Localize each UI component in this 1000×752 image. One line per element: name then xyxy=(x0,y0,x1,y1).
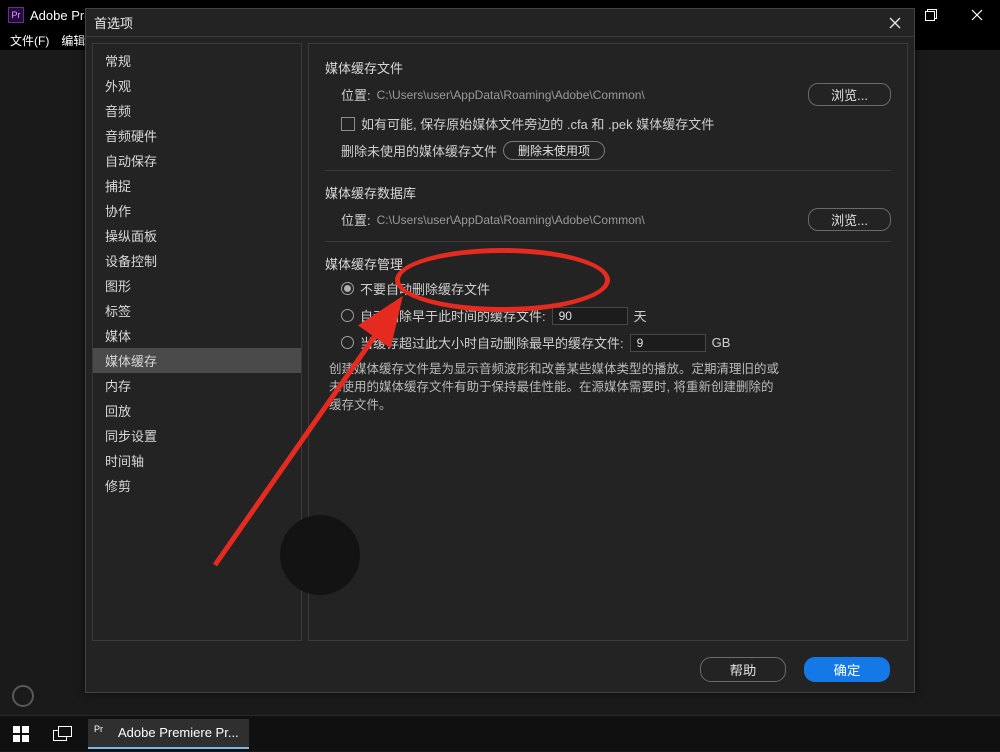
sidebar-item[interactable]: 媒体 xyxy=(93,323,301,348)
preferences-dialog: 首选项 常规外观音频音频硬件自动保存捕捉协作操纵面板设备控制图形标签媒体媒体缓存… xyxy=(85,8,915,693)
sidebar-item[interactable]: 内存 xyxy=(93,373,301,398)
creative-cloud-icon[interactable] xyxy=(12,685,34,707)
help-button[interactable]: 帮助 xyxy=(700,657,786,682)
days-input[interactable] xyxy=(552,307,628,325)
sidebar-item[interactable]: 同步设置 xyxy=(93,423,301,448)
taskbar-task-premiere[interactable]: Pr Adobe Premiere Pr... xyxy=(88,719,249,749)
mgmt-info-text: 创建媒体缓存文件是为显示音频波形和改善某些媒体类型的播放。定期清理旧的或未使用的… xyxy=(325,360,785,414)
radio-no-auto-delete[interactable] xyxy=(341,282,354,295)
size-unit: GB xyxy=(712,335,731,350)
browse-cache-button[interactable]: 浏览... xyxy=(808,83,891,106)
sidebar-item[interactable]: 操纵面板 xyxy=(93,223,301,248)
sidebar-item[interactable]: 音频硬件 xyxy=(93,123,301,148)
ok-button[interactable]: 确定 xyxy=(804,657,890,682)
sidebar-item[interactable]: 图形 xyxy=(93,273,301,298)
sidebar-item[interactable]: 自动保存 xyxy=(93,148,301,173)
menu-edit[interactable]: 编辑 xyxy=(61,32,85,49)
menu-file[interactable]: 文件(F) xyxy=(10,32,49,49)
delete-unused-label: 删除未使用的媒体缓存文件 xyxy=(341,141,497,160)
dialog-close-button[interactable] xyxy=(884,12,906,34)
media-cache-db-title: 媒体缓存数据库 xyxy=(325,183,891,202)
days-unit: 天 xyxy=(634,306,647,325)
radio-delete-oversize[interactable] xyxy=(341,336,354,349)
sidebar-item[interactable]: 回放 xyxy=(93,398,301,423)
db-location-path: C:\Users\user\AppData\Roaming\Adobe\Comm… xyxy=(377,213,645,227)
browse-db-button[interactable]: 浏览... xyxy=(808,208,891,231)
taskbar: Pr Adobe Premiere Pr... xyxy=(0,715,1000,751)
radio-delete-older[interactable] xyxy=(341,309,354,322)
preferences-content: 媒体缓存文件 位置: C:\Users\user\AppData\Roaming… xyxy=(308,43,908,641)
taskbar-task-title: Adobe Premiere Pr... xyxy=(118,725,239,740)
save-beside-label: 如有可能, 保存原始媒体文件旁边的 .cfa 和 .pek 媒体缓存文件 xyxy=(361,114,714,133)
dialog-titlebar: 首选项 xyxy=(86,9,914,37)
sidebar-item[interactable]: 修剪 xyxy=(93,473,301,498)
window-close-icon[interactable] xyxy=(954,0,1000,30)
sidebar-item[interactable]: 常规 xyxy=(93,48,301,73)
sidebar-item[interactable]: 音频 xyxy=(93,98,301,123)
radio-delete-oversize-label: 当缓存超过此大小时自动删除最早的缓存文件: xyxy=(360,333,624,352)
location-label: 位置: xyxy=(341,85,371,104)
media-cache-mgmt-title: 媒体缓存管理 xyxy=(325,254,891,273)
sidebar-item[interactable]: 外观 xyxy=(93,73,301,98)
radio-no-auto-delete-label: 不要自动删除缓存文件 xyxy=(360,279,490,298)
start-button[interactable] xyxy=(0,716,42,752)
task-view-button[interactable] xyxy=(42,716,84,752)
preferences-sidebar: 常规外观音频音频硬件自动保存捕捉协作操纵面板设备控制图形标签媒体媒体缓存内存回放… xyxy=(92,43,302,641)
sidebar-item[interactable]: 媒体缓存 xyxy=(93,348,301,373)
db-location-label: 位置: xyxy=(341,210,371,229)
sidebar-item[interactable]: 设备控制 xyxy=(93,248,301,273)
sidebar-item[interactable]: 捕捉 xyxy=(93,173,301,198)
app-icon: Pr xyxy=(8,7,24,23)
size-input[interactable] xyxy=(630,334,706,352)
sidebar-item[interactable]: 时间轴 xyxy=(93,448,301,473)
taskbar-app-icon: Pr xyxy=(94,724,112,742)
cache-location-path: C:\Users\user\AppData\Roaming\Adobe\Comm… xyxy=(377,88,645,102)
dark-circle-shape xyxy=(280,515,360,595)
delete-unused-button[interactable]: 删除未使用项 xyxy=(503,141,605,160)
media-cache-files-title: 媒体缓存文件 xyxy=(325,58,891,77)
save-beside-checkbox[interactable] xyxy=(341,117,355,131)
radio-delete-older-label: 自动删除早于此时间的缓存文件: xyxy=(360,306,546,325)
sidebar-item[interactable]: 标签 xyxy=(93,298,301,323)
dialog-title: 首选项 xyxy=(94,13,133,32)
sidebar-item[interactable]: 协作 xyxy=(93,198,301,223)
